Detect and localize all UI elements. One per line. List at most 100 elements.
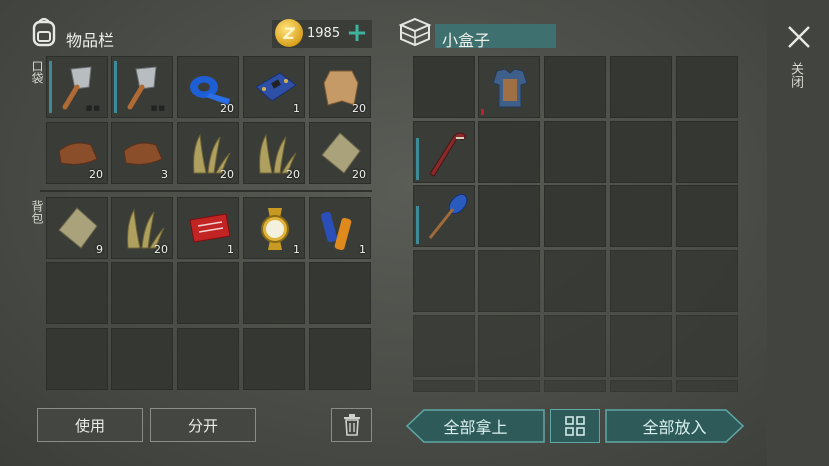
durability-bar [49, 61, 52, 113]
pocket-slot[interactable]: ■■ [46, 56, 108, 118]
item-count: 20 [89, 168, 103, 181]
container-slot[interactable] [478, 250, 540, 312]
backpack-slot[interactable]: 9 [46, 197, 108, 259]
item-count: 1 [227, 243, 234, 256]
paddle-icon [428, 193, 468, 239]
pocket-slot[interactable]: 20 [243, 122, 305, 184]
backpack-slot[interactable] [243, 262, 305, 324]
put-all-button[interactable]: 全部放入 [605, 409, 744, 443]
pocket-slot[interactable]: 1 [243, 56, 305, 118]
backpack-slot[interactable] [177, 328, 239, 390]
item-count: 20 [220, 168, 234, 181]
container-slot[interactable] [676, 56, 738, 118]
take-all-button[interactable]: 全部拿上 [406, 409, 545, 443]
container-slot[interactable] [544, 315, 606, 377]
backpack-slot[interactable]: 1 [177, 197, 239, 259]
backpack-slot[interactable] [309, 328, 371, 390]
backpack-slot[interactable] [243, 328, 305, 390]
item-count: 1 [293, 243, 300, 256]
pocket-slot[interactable]: 20 [46, 122, 108, 184]
pocket-slot[interactable]: 20 [177, 122, 239, 184]
container-slot[interactable] [413, 121, 475, 183]
close-button[interactable] [786, 24, 812, 50]
container-slot[interactable] [676, 315, 738, 377]
container-slot[interactable] [676, 121, 738, 183]
item-count: 20 [286, 168, 300, 181]
durability-bar [416, 206, 419, 244]
add-currency-button[interactable]: + [345, 20, 369, 46]
quality-dots: ■■ [85, 104, 101, 112]
container-slot[interactable] [413, 250, 475, 312]
container-slot[interactable] [544, 121, 606, 183]
container-slot[interactable] [676, 250, 738, 312]
item-count: 3 [161, 168, 168, 181]
container-slot[interactable] [610, 56, 672, 118]
container-slot[interactable] [413, 315, 475, 377]
grid-icon [565, 416, 585, 436]
container-slot[interactable] [544, 250, 606, 312]
container-slot[interactable] [413, 56, 475, 118]
close-label[interactable]: 关闭 [788, 62, 805, 88]
sort-button[interactable] [550, 409, 600, 443]
inventory-title: 物品栏 [66, 31, 115, 50]
pocket-slot[interactable]: 20 [309, 56, 371, 118]
item-count: 20 [154, 243, 168, 256]
split-button[interactable]: 分开 [150, 408, 256, 442]
backpack-slot[interactable] [309, 262, 371, 324]
pocket-slot[interactable]: 20 [177, 56, 239, 118]
container-slot[interactable] [610, 185, 672, 247]
backpack-slot[interactable]: 1 [243, 197, 305, 259]
container-slot[interactable] [610, 380, 672, 392]
item-count: 1 [293, 102, 300, 115]
container-slot[interactable] [676, 185, 738, 247]
backpack-slot[interactable] [111, 262, 173, 324]
item-count: 20 [220, 102, 234, 115]
pocket-slot[interactable]: ■■ [111, 56, 173, 118]
currency-amount: 1985 [307, 26, 341, 41]
container-slot[interactable] [478, 315, 540, 377]
container-slot[interactable] [478, 56, 540, 118]
hockey-stick-icon [429, 132, 467, 177]
trash-icon [343, 414, 360, 436]
pocket-slot[interactable]: 3 [111, 122, 173, 184]
quality-dots: ■■ [150, 104, 166, 112]
item-count: 1 [359, 243, 366, 256]
container-slot[interactable] [413, 380, 475, 392]
container-slot[interactable] [676, 380, 738, 392]
container-slot[interactable] [478, 380, 540, 392]
condition-marker [481, 109, 484, 115]
container-slot[interactable] [478, 185, 540, 247]
container-slot[interactable] [610, 250, 672, 312]
container-title: 小盒子 [442, 31, 491, 50]
trash-button[interactable] [331, 408, 372, 442]
backpack-slot[interactable]: 20 [111, 197, 173, 259]
container-slot[interactable] [544, 185, 606, 247]
use-button[interactable]: 使用 [37, 408, 143, 442]
close-icon [788, 26, 810, 48]
backpack-slot[interactable] [46, 262, 108, 324]
section-divider [40, 190, 372, 192]
backpack-slot[interactable]: 1 [309, 197, 371, 259]
backpack-slot[interactable] [177, 262, 239, 324]
container-slot[interactable] [544, 380, 606, 392]
backpack-section-label: 背包 [30, 200, 44, 224]
coin-symbol: Z [283, 23, 295, 43]
take-all-label: 全部拿上 [443, 418, 508, 437]
container-slot[interactable] [413, 185, 475, 247]
backpack-slot[interactable] [46, 328, 108, 390]
container-slot[interactable] [478, 121, 540, 183]
chest-armor-icon [492, 68, 528, 108]
durability-bar [416, 138, 419, 180]
backpack-icon [30, 16, 58, 48]
pocket-label: 口袋 [30, 60, 44, 84]
backpack-slot[interactable] [111, 328, 173, 390]
container-slot[interactable] [610, 121, 672, 183]
pocket-slot[interactable]: 20 [309, 122, 371, 184]
container-slot[interactable] [544, 56, 606, 118]
put-all-label: 全部放入 [642, 418, 707, 437]
item-count: 20 [352, 102, 366, 115]
item-count: 20 [352, 168, 366, 181]
durability-bar [114, 61, 117, 113]
gold-coin-icon: Z [275, 19, 303, 47]
container-slot[interactable] [610, 315, 672, 377]
